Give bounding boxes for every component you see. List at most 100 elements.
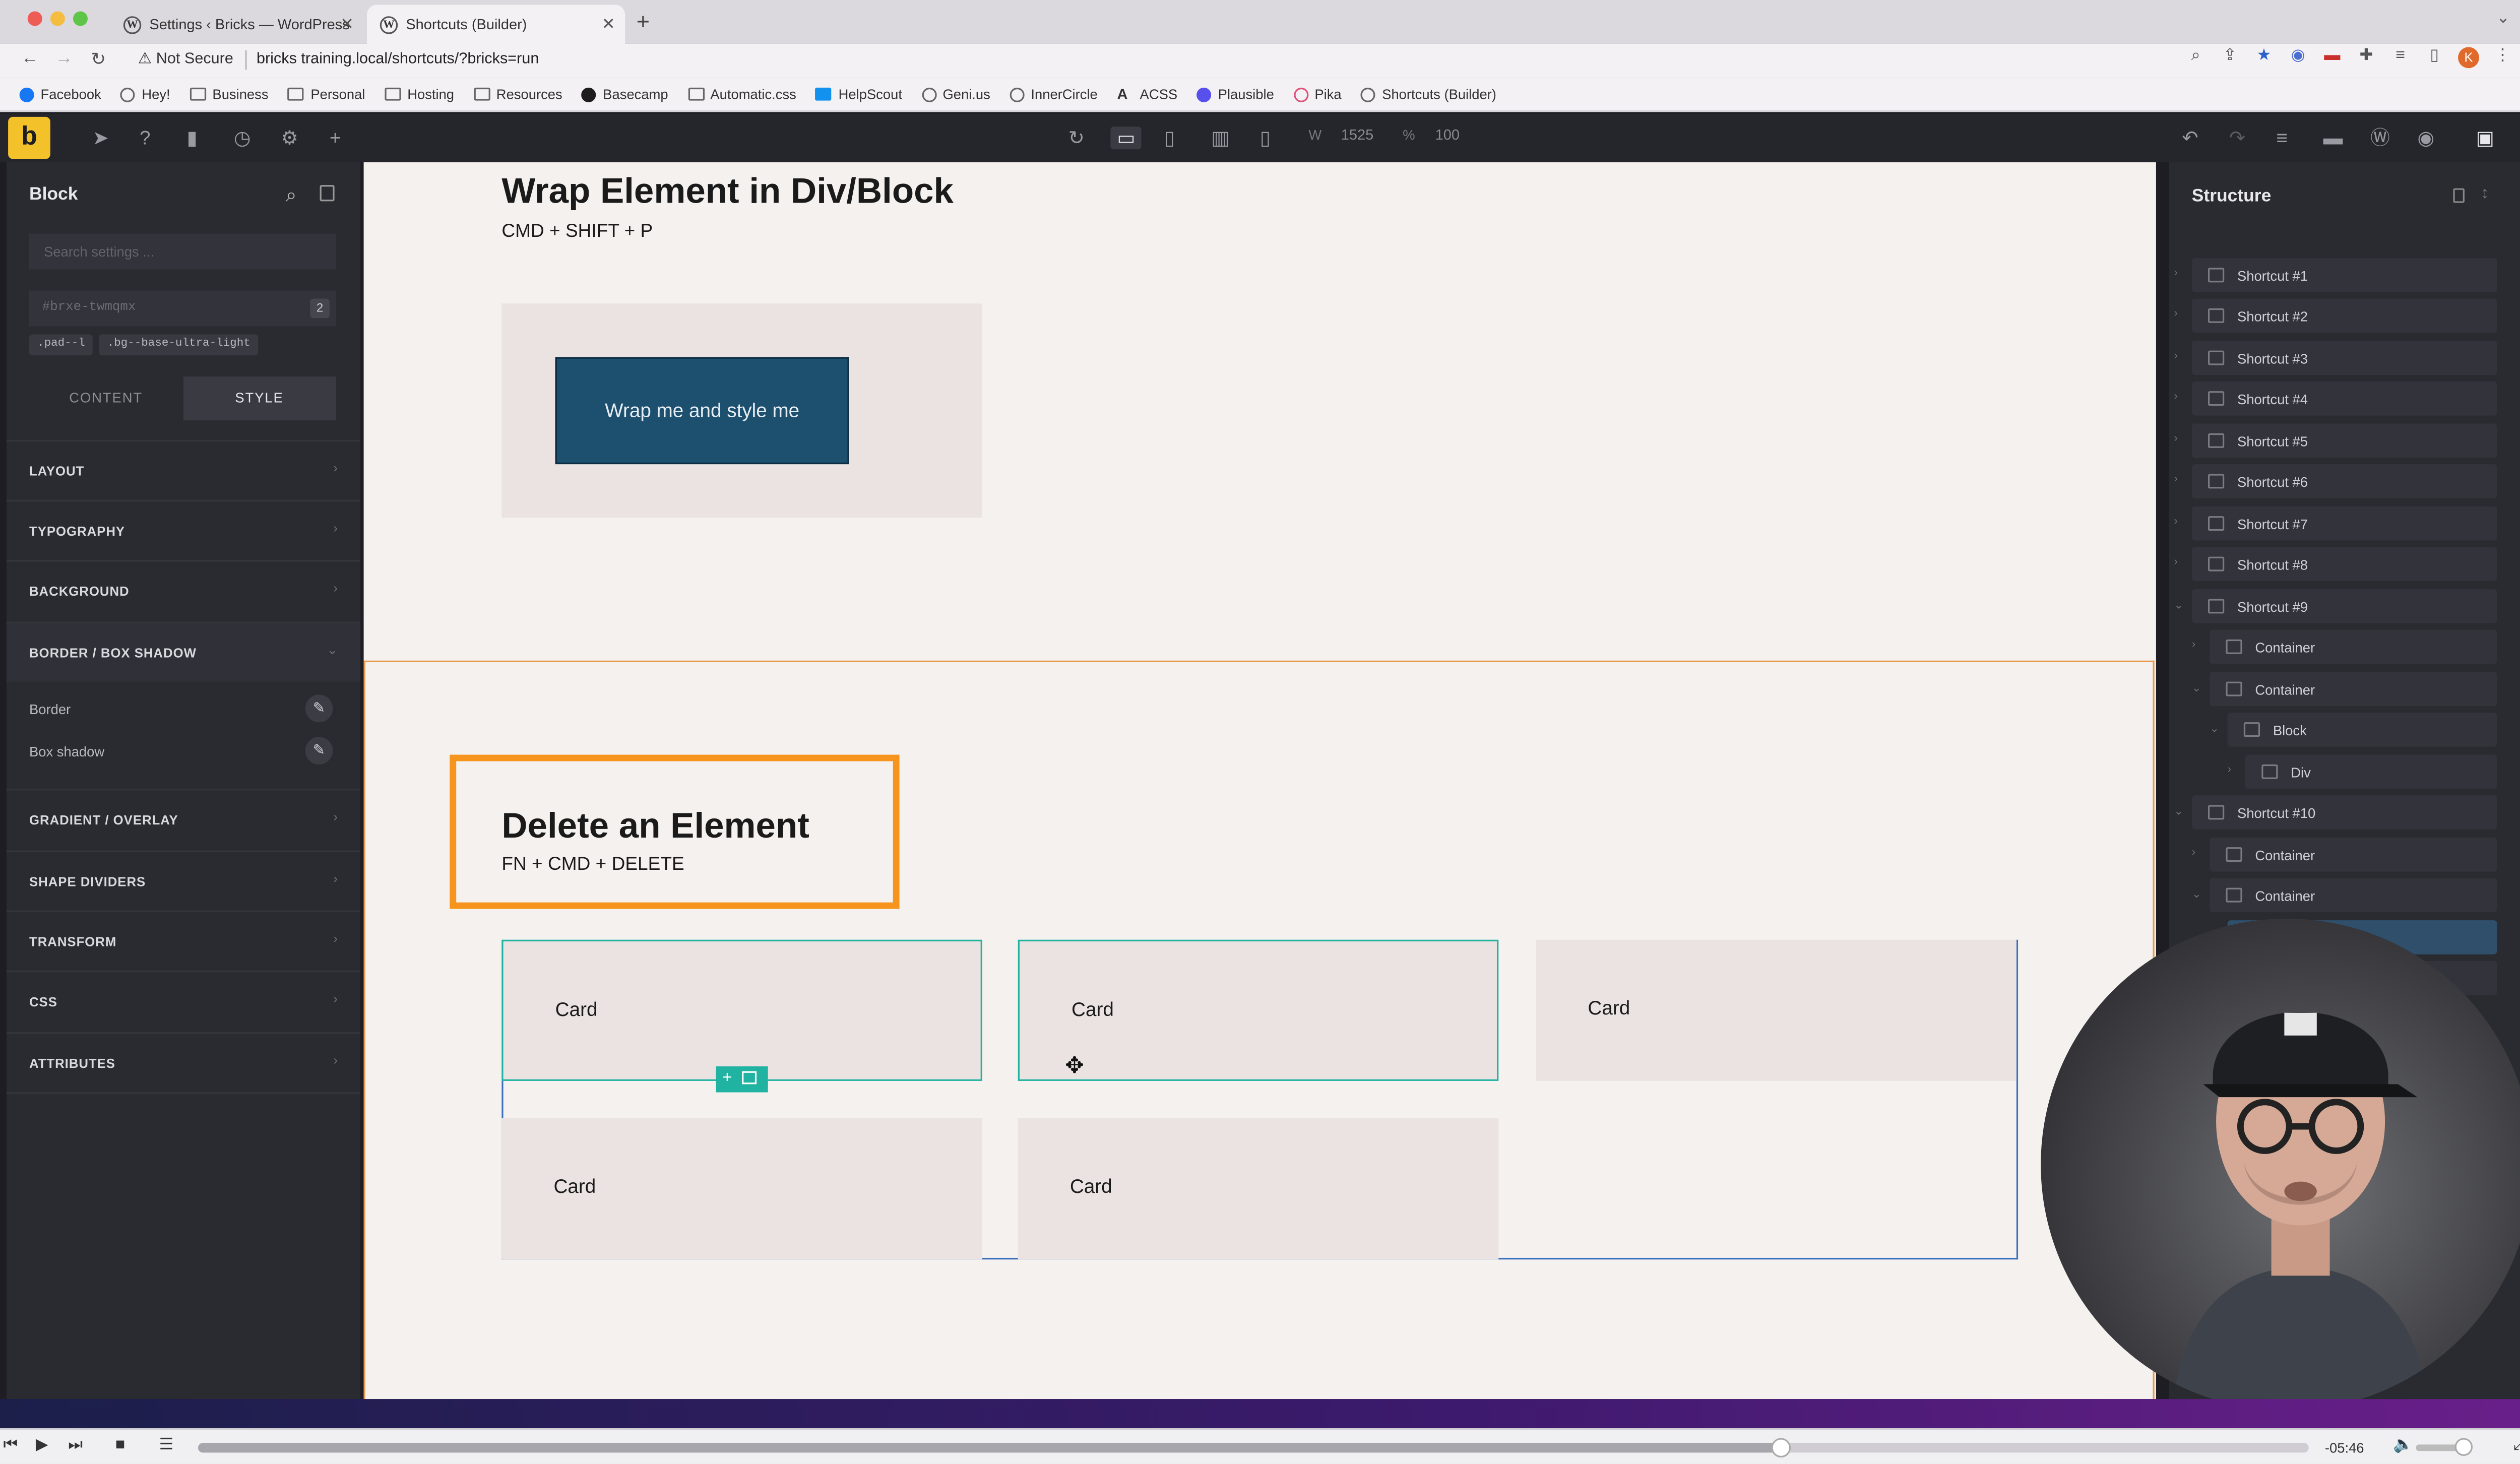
settings-search-input[interactable] [29,233,336,270]
structure-item[interactable]: › Shortcut #6 [2174,464,2497,498]
back-arrow-icon[interactable]: ← [21,49,39,69]
puzzle-icon[interactable]: ✚ [2356,47,2377,68]
element-actions-handle[interactable]: + [716,1066,768,1093]
structure-item[interactable]: › Shortcut #1 [2174,258,2497,292]
cursor-icon[interactable]: ➤ [93,126,109,149]
close-tab-icon[interactable]: ✕ [602,16,615,33]
wordpress-dashboard-icon[interactable]: Ⓦ [2370,126,2390,149]
structure-panel-icon[interactable]: ≡ [2276,126,2288,149]
browser-menu-icon[interactable]: ⋮ [2492,47,2513,68]
chevron-right-icon[interactable]: › [2228,765,2232,776]
tab-list-chevron-icon[interactable]: ⌄ [2496,10,2510,27]
chevron-down-icon[interactable]: ⌄ [2174,805,2183,818]
share-icon[interactable]: ⇪ [2220,47,2241,68]
section-typography[interactable]: TYPOGRAPHY › [6,499,361,560]
reading-list-icon[interactable]: ≡ [2390,47,2411,68]
structure-item[interactable]: › Div [2228,754,2497,789]
card[interactable]: Card [501,939,982,1081]
card[interactable]: Card [1536,939,2017,1081]
fullscreen-icon[interactable]: ⤢ [2513,1436,2520,1454]
zoom-icon[interactable]: ⌕ [2185,47,2207,68]
history-icon[interactable]: ◷ [234,126,251,149]
seek-knob[interactable] [1771,1438,1791,1458]
bookmark-plausible[interactable]: Plausible [1196,86,1274,102]
skip-forward-icon[interactable]: ⏭ [68,1436,83,1454]
extension-icon[interactable]: ◉ [2288,47,2309,68]
tab-style[interactable]: STYLE [182,376,336,421]
wrap-shortcut-text[interactable]: CMD + SHIFT + P [501,222,653,242]
section-border-box-shadow[interactable]: BORDER / BOX SHADOW ⌄ [6,621,361,682]
save-icon[interactable]: ▣ [2476,126,2494,149]
settings-gear-icon[interactable]: ⚙ [281,126,298,149]
section-layout[interactable]: LAYOUT › [6,439,361,500]
minimize-window-button[interactable] [50,11,65,26]
section-css[interactable]: CSS › [6,970,361,1031]
chevron-right-icon[interactable]: › [2174,351,2178,362]
class-chip[interactable]: .bg--base-ultra-light [99,334,259,356]
bookmark-innercircle[interactable]: InnerCircle [1010,86,1098,102]
tab-content[interactable]: CONTENT [29,376,182,420]
add-element-icon[interactable]: + [330,126,341,149]
section-transform[interactable]: TRANSFORM › [6,910,361,971]
builder-canvas[interactable]: Wrap Element in Div/Block CMD + SHIFT + … [363,162,2156,1399]
structure-item[interactable]: › Shortcut #4 [2174,381,2497,416]
zoom-input[interactable]: 100 [1435,126,1460,143]
chevron-down-icon[interactable]: ⌄ [2210,722,2219,735]
chevron-down-icon[interactable]: ⌄ [2192,682,2201,695]
trash-icon[interactable] [2453,188,2465,203]
seek-bar[interactable] [198,1438,2309,1458]
delete-shortcut-text[interactable]: FN + CMD + DELETE [501,855,684,875]
bricks-logo[interactable]: b [8,116,50,159]
section-attributes[interactable]: ATTRIBUTES › [6,1032,361,1092]
url-input[interactable]: bricks training.local/shortcuts/?bricks=… [257,50,539,68]
chevron-right-icon[interactable]: › [2174,557,2178,568]
stop-icon[interactable]: ■ [115,1436,125,1454]
refresh-icon[interactable]: ↻ [1068,126,1085,149]
bookmark-hey[interactable]: Hey! [120,86,170,102]
playlist-icon[interactable]: ☰ [159,1436,174,1454]
tablet-portrait-icon[interactable]: ▥ [1211,126,1230,149]
structure-item[interactable]: ⌄ Block [2210,712,2497,747]
bookmark-acss[interactable]: A ACSS [1117,86,1177,102]
forward-arrow-icon[interactable]: → [55,49,73,69]
sidebar-icon[interactable]: ▯ [2424,47,2445,68]
extension-icon[interactable]: ▬ [2321,47,2343,68]
element-id-field[interactable]: #brxe-twmqmx 2 [29,290,336,327]
delete-heading[interactable]: Delete an Element [501,805,809,847]
chevron-right-icon[interactable]: › [2174,474,2178,485]
card[interactable]: Card [1018,939,1499,1081]
templates-folder-icon[interactable]: ▬ [2323,126,2343,149]
structure-item[interactable]: › Shortcut #3 [2174,341,2497,375]
tablet-landscape-icon[interactable]: ▯ [1164,126,1175,149]
bookmark-geni-us[interactable]: Geni.us [921,86,990,102]
bookmark-pika[interactable]: Pika [1293,86,1342,102]
play-icon[interactable]: ▶ [36,1436,48,1454]
volume-knob[interactable] [2454,1438,2473,1456]
edit-pencil-icon[interactable]: ✎ [305,737,333,765]
wrap-block[interactable]: Wrap me and style me [501,303,982,518]
class-chip[interactable]: .pad--l [29,334,93,356]
structure-item[interactable]: › Shortcut #5 [2174,423,2497,458]
search-icon[interactable]: ⌕ [286,183,297,208]
chevron-right-icon[interactable]: › [2192,847,2196,859]
close-window-button[interactable] [27,11,42,26]
card[interactable]: Card [501,1118,982,1260]
width-input[interactable]: 1525 [1341,126,1374,143]
structure-item[interactable]: ⌄ Container [2192,878,2497,912]
structure-item[interactable]: › Container [2192,837,2497,872]
browser-tab-shortcuts[interactable]: W Shortcuts (Builder) ✕ [367,5,625,44]
security-indicator[interactable]: ⚠ Not Secure [138,50,233,68]
structure-item[interactable]: › Container [2192,629,2497,664]
structure-item[interactable]: ⌄ Shortcut #9 [2174,589,2497,623]
close-tab-icon[interactable]: ✕ [340,16,354,33]
skip-back-icon[interactable]: ⏮ [3,1436,18,1454]
chevron-right-icon[interactable]: › [2174,391,2178,403]
structure-item[interactable]: › Shortcut #7 [2174,506,2497,541]
chevron-right-icon[interactable]: › [2174,433,2178,445]
structure-item[interactable]: › Shortcut #2 [2174,298,2497,333]
bookmark-star-icon[interactable]: ★ [2253,47,2275,68]
chevron-right-icon[interactable]: › [2174,268,2178,279]
volume-icon[interactable]: 🔈 [2393,1436,2413,1454]
bookmark-facebook[interactable]: Facebook [19,86,101,102]
bookmark-helpscout[interactable]: HelpScout [815,86,902,102]
